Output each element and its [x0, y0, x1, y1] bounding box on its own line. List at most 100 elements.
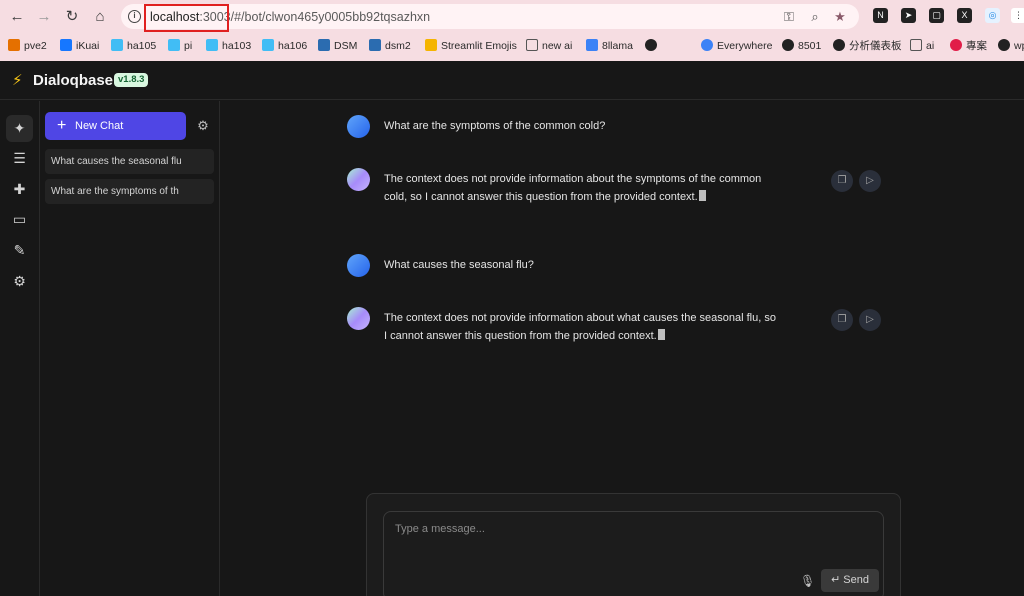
bookmark-item[interactable]: ha106: [262, 38, 307, 54]
bookmark-favicon: [950, 39, 962, 51]
bookmark-item[interactable]: 專案: [950, 38, 987, 54]
address-bar[interactable]: i localhost:3003/#/bot/clwon465y0005bb92…: [121, 4, 859, 32]
settings-icon[interactable]: ⚙: [6, 268, 33, 295]
user-message: What causes the seasonal flu?: [384, 259, 534, 271]
site-info-icon[interactable]: i: [128, 10, 141, 23]
bot-message-line: The context does not provide information…: [384, 312, 776, 324]
browser-toolbar: ← → ↻ ⌂ i localhost:3003/#/bot/clwon465y…: [0, 0, 1024, 33]
bot-message-line-text: I cannot answer this question from the p…: [384, 330, 657, 342]
app-name[interactable]: Dialoqbase: [33, 72, 113, 89]
bookmark-item[interactable]: ha103: [206, 38, 251, 54]
bookmark-item[interactable]: ha105: [111, 38, 156, 54]
copy-icon[interactable]: ❐: [831, 170, 853, 192]
play-icon[interactable]: ▷: [859, 309, 881, 331]
plus-icon: +: [57, 117, 67, 134]
bookmark-favicon: [998, 39, 1010, 51]
bookmark-favicon: [782, 39, 794, 51]
bookmark-favicon: [111, 39, 123, 51]
bookmark-item[interactable]: 8llama: [586, 38, 633, 54]
bookmark-favicon: [369, 39, 381, 51]
bot-message: The context does not provide information…: [384, 170, 761, 206]
bookmark-item[interactable]: DSM: [318, 38, 357, 54]
message-input-box: 🎙 ↵ Send: [383, 511, 884, 596]
version-badge: v1.8.3: [114, 73, 149, 87]
play-icon[interactable]: ▷: [859, 170, 881, 192]
chat-history-item[interactable]: What causes the seasonal flu: [45, 149, 214, 174]
bot-avatar: [347, 307, 370, 330]
chat-bubbles-icon[interactable]: ▭: [6, 206, 33, 233]
tab-extension-icon[interactable]: ▢: [929, 8, 944, 23]
bookmark-item[interactable]: new ai: [526, 38, 572, 54]
bookmark-item[interactable]: pi: [168, 38, 192, 54]
user-message: What are the symptoms of the common cold…: [384, 120, 606, 132]
bot-message-line-text: cold, so I cannot answer this question f…: [384, 191, 698, 203]
bookmark-favicon: [168, 39, 180, 51]
notion-extension-icon[interactable]: N: [873, 8, 888, 23]
app-header: ⚡ Dialoqbase v1.8.3: [0, 61, 1024, 100]
circle-extension-icon[interactable]: ◎: [985, 8, 1000, 23]
database-icon[interactable]: ☰: [6, 145, 33, 172]
url-highlight-box: [144, 4, 229, 32]
bookmark-item[interactable]: dsm2: [369, 38, 411, 54]
extensions-icon[interactable]: ⋮: [1011, 8, 1024, 23]
bookmark-favicon: [701, 39, 713, 51]
folder-icon: [425, 39, 437, 51]
bookmark-item[interactable]: iKuai: [60, 38, 99, 54]
bookmark-favicon: [262, 39, 274, 51]
folder-icon: [910, 39, 922, 51]
user-avatar: [347, 115, 370, 138]
bookmark-favicon: [206, 39, 218, 51]
forward-icon[interactable]: →: [35, 8, 53, 26]
bookmark-item[interactable]: 分析儀表板: [833, 38, 902, 54]
bot-avatar: [347, 168, 370, 191]
zoom-icon[interactable]: ⌕: [807, 9, 823, 25]
bookmark-favicon: [318, 39, 330, 51]
bot-message-line: cold, so I cannot answer this question f…: [384, 188, 761, 206]
bookmark-item[interactable]: Everywhere: [701, 38, 772, 54]
enter-icon: ↵: [831, 574, 841, 586]
folder-icon: [526, 39, 538, 51]
new-chat-label: New Chat: [75, 120, 124, 132]
bookmark-item[interactable]: 8501: [782, 38, 821, 54]
browser-chrome: ← → ↻ ⌂ i localhost:3003/#/bot/clwon465y…: [0, 0, 1024, 61]
copy-icon[interactable]: ❐: [831, 309, 853, 331]
reload-icon[interactable]: ↻: [63, 8, 81, 26]
bookmark-item[interactable]: [645, 38, 661, 54]
chat-main: What are the symptoms of the common cold…: [221, 101, 1024, 596]
bookmark-item[interactable]: ai: [910, 38, 934, 54]
message-composer: 🎙 ↵ Send: [366, 493, 901, 596]
home-icon[interactable]: ⌂: [91, 8, 109, 26]
bookmark-star-icon[interactable]: ★: [832, 9, 848, 25]
url-path: #/bot/clwon465y0005bb92tqsazhxn: [234, 10, 431, 24]
chat-history-item[interactable]: What are the symptoms of th: [45, 179, 214, 204]
lightning-bolt-icon: ⚡: [12, 72, 23, 89]
puzzle-icon[interactable]: ✚: [6, 176, 33, 203]
sparkles-icon[interactable]: ✦: [6, 115, 33, 142]
bookmark-favicon: [645, 39, 657, 51]
bookmark-item[interactable]: Streamlit Emojis: [425, 38, 517, 54]
pipette-icon[interactable]: ✎: [6, 237, 33, 264]
bot-message: The context does not provide information…: [384, 309, 776, 345]
bot-message-line: I cannot answer this question from the p…: [384, 327, 776, 345]
bot-message-line: The context does not provide information…: [384, 173, 762, 185]
bookmark-favicon: [833, 39, 845, 51]
icon-rail: ✦ ☰ ✚ ▭ ✎ ⚙: [0, 101, 40, 596]
user-avatar: [347, 254, 370, 277]
bookmark-favicon: [586, 39, 598, 51]
new-chat-button[interactable]: + New Chat: [45, 112, 186, 140]
bookmark-item[interactable]: wp: [998, 38, 1024, 54]
send-button[interactable]: ↵ Send: [821, 569, 879, 592]
gear-icon[interactable]: ⚙: [195, 118, 211, 134]
x-extension-icon[interactable]: X: [957, 8, 972, 23]
bookmark-favicon: [8, 39, 20, 51]
back-icon[interactable]: ←: [8, 8, 26, 26]
microphone-icon[interactable]: 🎙: [800, 573, 815, 589]
send-extension-icon[interactable]: ➤: [901, 8, 916, 23]
text-cursor: [698, 190, 706, 201]
send-label: Send: [843, 574, 869, 586]
bookmark-favicon: [60, 39, 72, 51]
bookmark-item[interactable]: pve2: [8, 38, 47, 54]
bookmarks-bar: pve2 iKuai ha105 pi ha103 ha106 DSM dsm2…: [0, 33, 1024, 59]
password-key-icon[interactable]: ⚿: [781, 9, 797, 25]
text-cursor: [657, 329, 665, 340]
